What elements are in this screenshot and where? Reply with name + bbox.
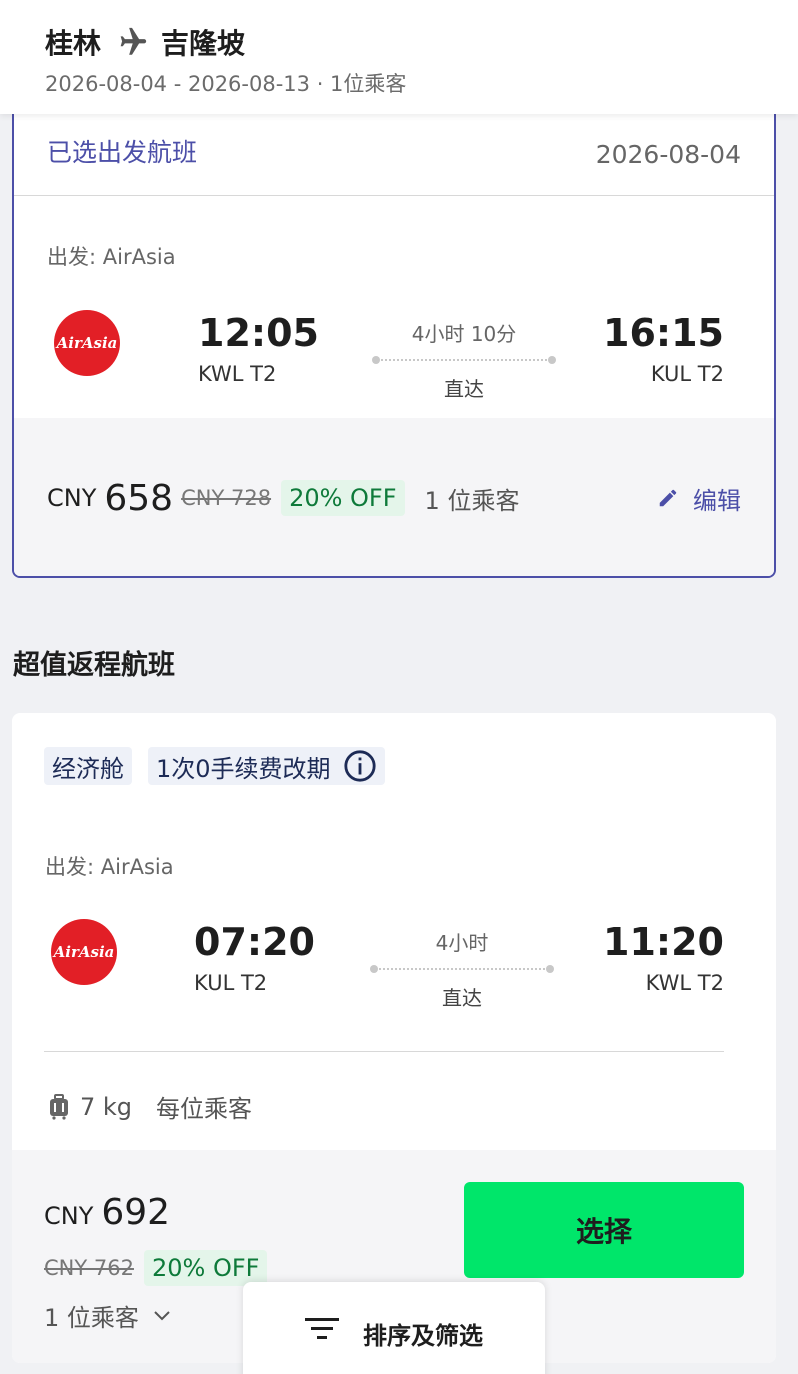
outbound-duration: 4小时 10分 — [411, 322, 517, 346]
card-divider — [44, 1051, 724, 1052]
outbound-depart-time: 12:05 — [198, 311, 319, 355]
route-title: 桂林 吉隆坡 — [45, 22, 798, 62]
return-duration: 4小时 — [435, 931, 489, 955]
outbound-price-bar: CNY 658 CNY 728 20% OFF 1 位乘客 编辑 — [14, 418, 774, 576]
flight-path-line — [372, 356, 556, 364]
outbound-currency: CNY — [47, 484, 97, 512]
flight-path-line — [370, 965, 554, 973]
return-duration-block: 4小时 直达 — [370, 927, 554, 1011]
free-change-tag[interactable]: 1次0手续费改期 — [148, 747, 385, 785]
top-header: 桂林 吉隆坡 2026-08-04 - 2026-08-13 · 1位乘客 — [0, 0, 798, 114]
return-stops: 直达 — [442, 986, 482, 1010]
outbound-old-price: CNY 728 — [181, 486, 272, 510]
sort-filter-button[interactable]: 排序及筛选 — [243, 1282, 545, 1374]
pencil-icon — [659, 489, 677, 507]
select-return-button[interactable]: 选择 — [464, 1182, 744, 1278]
return-old-price: CNY 762 — [44, 1256, 134, 1280]
chevron-down-icon — [154, 1310, 170, 1320]
free-change-label: 1次0手续费改期 — [156, 754, 331, 783]
outbound-discount-badge: 20% OFF — [281, 480, 405, 516]
airasia-logo: AirAsia — [54, 310, 120, 376]
baggage-weight: 7 kg — [80, 1092, 133, 1121]
baggage-note: 每位乘客 — [156, 1095, 253, 1123]
trip-summary: 2026-08-04 - 2026-08-13 · 1位乘客 — [45, 72, 407, 96]
return-departure: 07:20 KUL T2 — [194, 923, 315, 995]
fare-tags: 经济舱 1次0手续费改期 — [44, 747, 401, 785]
baggage-allowance: 7 kg 每位乘客 — [48, 1089, 252, 1124]
return-discount-badge: 20% OFF — [143, 1250, 268, 1286]
return-passengers: 1 位乘客 — [44, 1304, 139, 1332]
airplane-icon — [120, 27, 147, 55]
return-price: 692 — [101, 1192, 171, 1233]
info-icon[interactable] — [343, 749, 377, 783]
cabin-class-tag: 经济舱 — [44, 747, 132, 785]
outbound-airline-label: 出发: AirAsia — [47, 245, 176, 269]
return-arrival: 11:20 KWL T2 — [603, 923, 724, 995]
airasia-logo-text: AirAsia — [56, 334, 118, 352]
edit-outbound-button[interactable]: 编辑 — [657, 481, 741, 516]
filter-icon — [305, 1318, 339, 1339]
outbound-card-header: 已选出发航班 2026-08-04 — [14, 100, 774, 196]
return-airline-label: 出发: AirAsia — [45, 855, 174, 879]
selected-outbound-card: 已选出发航班 2026-08-04 出发: AirAsia AirAsia 12… — [12, 100, 776, 578]
outbound-depart-airport: KWL T2 — [198, 362, 277, 386]
outbound-price: 658 — [104, 477, 174, 519]
return-price-row: CNY 692 — [44, 1192, 170, 1233]
airasia-logo: AirAsia — [51, 919, 117, 985]
selected-outbound-label: 已选出发航班 — [47, 138, 198, 167]
return-currency: CNY — [44, 1202, 94, 1230]
outbound-date: 2026-08-04 — [595, 140, 741, 169]
airasia-logo-text: AirAsia — [53, 943, 115, 961]
return-depart-time: 07:20 — [194, 920, 315, 964]
return-section-title: 超值返程航班 — [13, 650, 175, 681]
outbound-stops: 直达 — [444, 377, 484, 401]
outbound-arrive-airport: KUL T2 — [650, 362, 724, 386]
outbound-departure: 12:05 KWL T2 — [198, 314, 319, 386]
return-arrive-airport: KWL T2 — [645, 971, 724, 995]
outbound-arrive-time: 16:15 — [603, 311, 724, 355]
outbound-duration-block: 4小时 10分 直达 — [372, 318, 556, 402]
return-passengers-dropdown[interactable]: 1 位乘客 — [44, 1298, 171, 1333]
sort-filter-label: 排序及筛选 — [363, 1322, 483, 1350]
cabin-class-label: 经济舱 — [52, 754, 124, 783]
return-flight-card[interactable]: 经济舱 1次0手续费改期 出发: AirAsia AirAsia 07:20 K… — [12, 713, 776, 1363]
edit-label: 编辑 — [693, 486, 741, 515]
luggage-icon — [50, 1093, 68, 1120]
outbound-passengers: 1 位乘客 — [424, 486, 520, 515]
destination-city: 吉隆坡 — [161, 27, 246, 60]
return-arrive-time: 11:20 — [603, 920, 724, 964]
return-discount-row: CNY 762 20% OFF — [44, 1250, 268, 1286]
outbound-arrival: 16:15 KUL T2 — [603, 314, 724, 386]
return-depart-airport: KUL T2 — [194, 971, 268, 995]
origin-city: 桂林 — [45, 27, 102, 60]
